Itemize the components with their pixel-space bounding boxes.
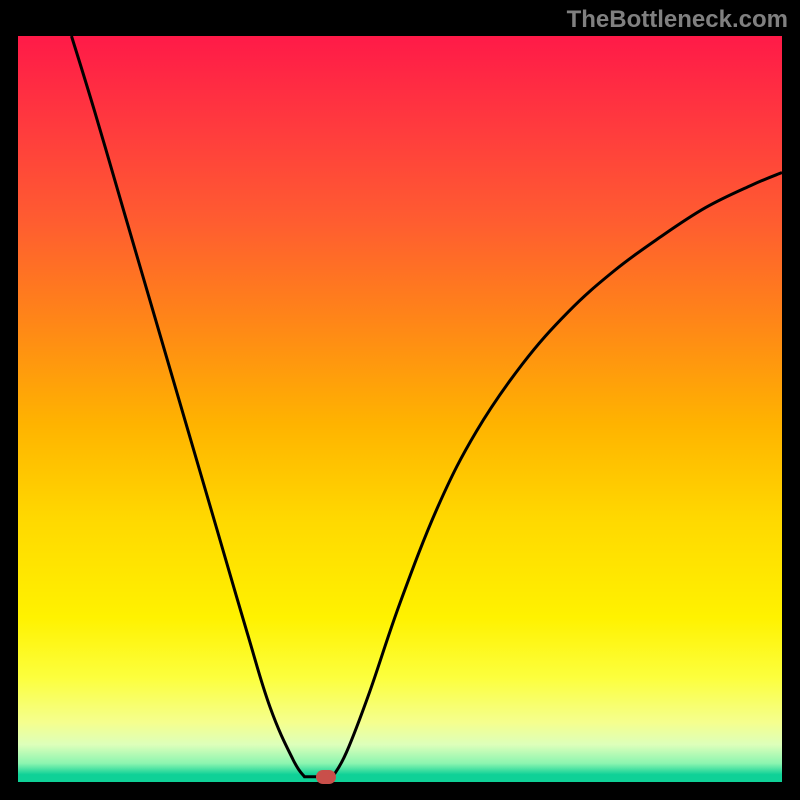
curve-layer <box>18 36 782 782</box>
minimum-marker <box>316 770 336 784</box>
bottleneck-curve <box>71 36 782 777</box>
watermark-text: TheBottleneck.com <box>567 6 788 34</box>
plot-area <box>18 36 782 782</box>
chart-container: TheBottleneck.com <box>0 0 800 800</box>
